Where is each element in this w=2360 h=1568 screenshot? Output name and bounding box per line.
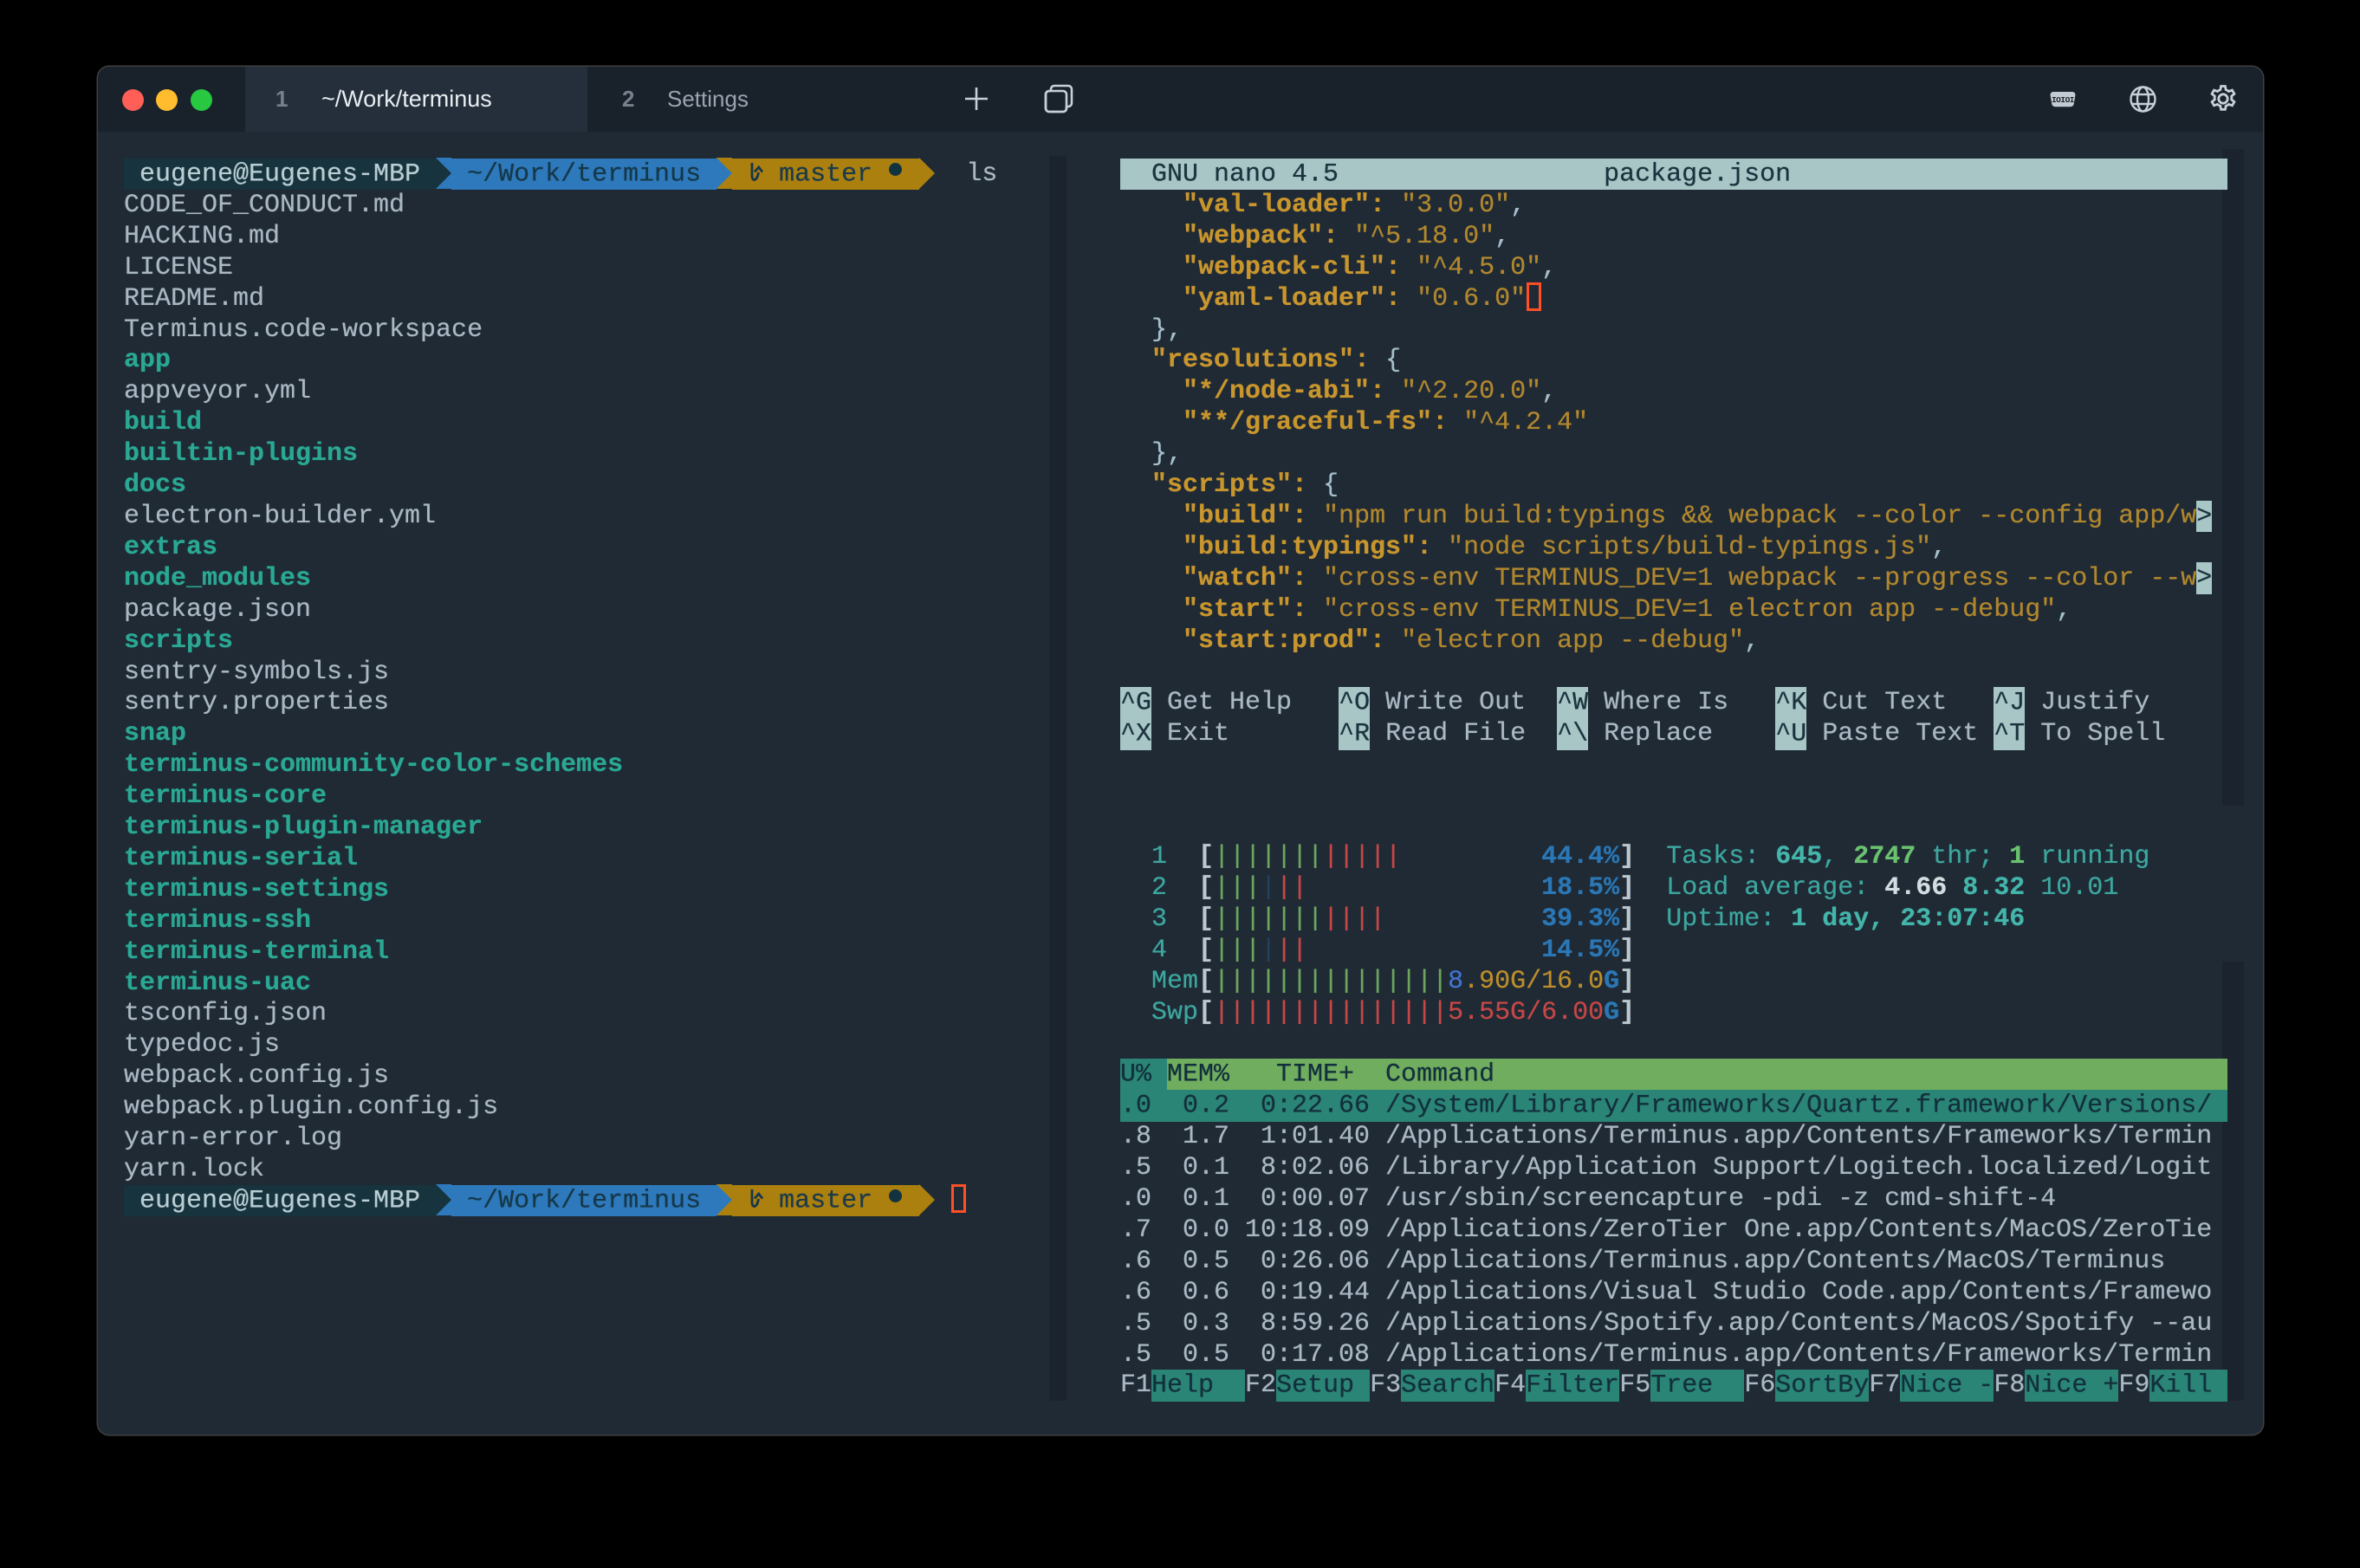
svg-text:IOIOI: IOIOI [2052, 95, 2074, 105]
